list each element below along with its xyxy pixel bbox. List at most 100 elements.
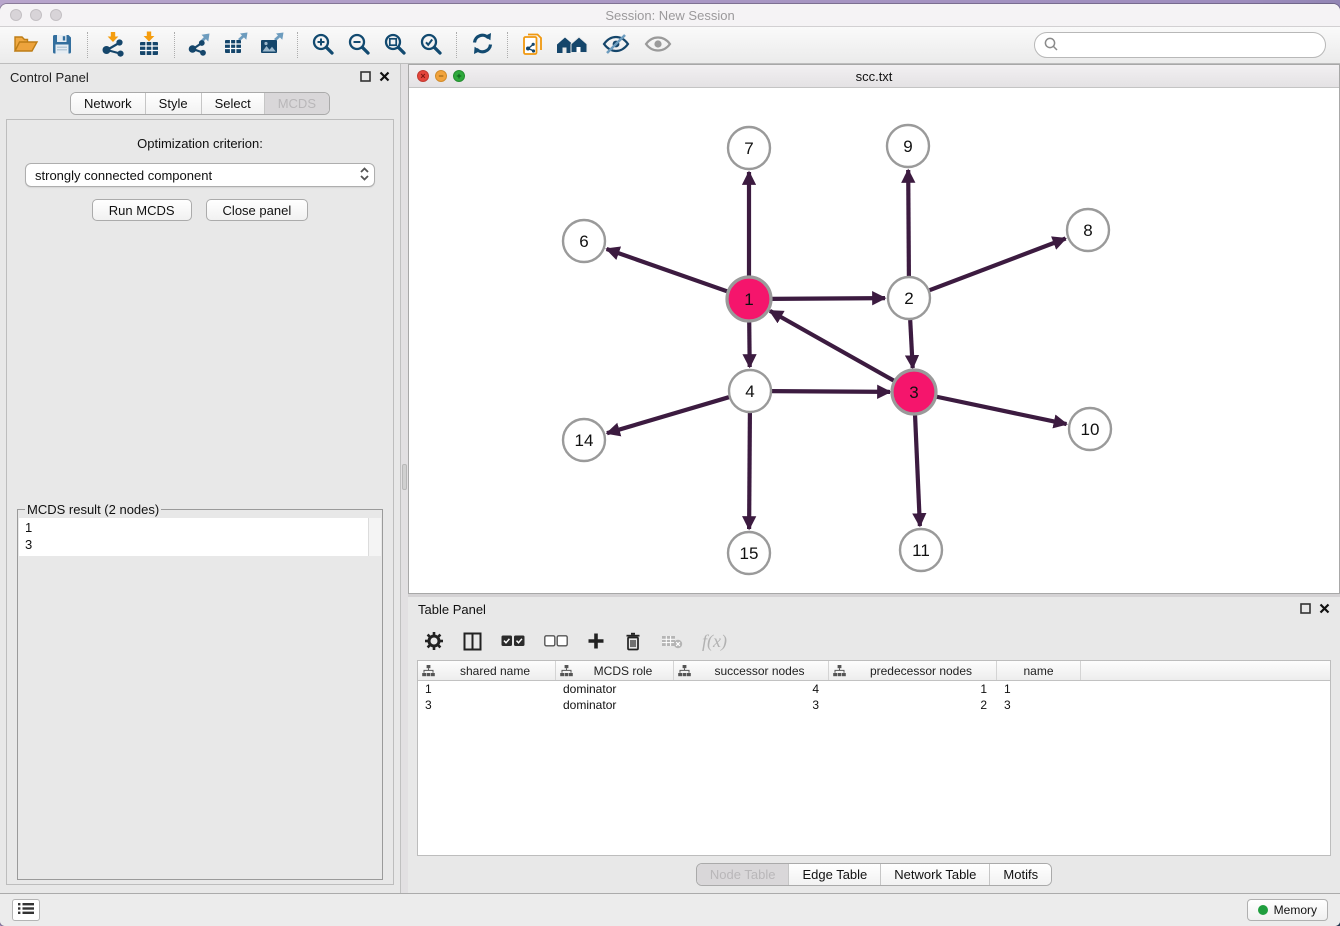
table-cell[interactable]: 1 (829, 682, 997, 696)
graph-edge-2-3[interactable] (910, 320, 913, 368)
result-scrollbar[interactable] (368, 518, 381, 556)
column-header-successor-nodes[interactable]: successor nodes (674, 661, 829, 680)
graph-node-3[interactable]: 3 (892, 370, 936, 414)
column-header-MCDS-role[interactable]: MCDS role (556, 661, 674, 680)
close-table-panel-icon[interactable] (1319, 602, 1330, 617)
stepper-icon (359, 166, 370, 185)
zoom-fit-button[interactable] (380, 30, 410, 60)
svg-text:14: 14 (575, 431, 594, 450)
table-cell[interactable]: 3 (674, 698, 829, 712)
tab-mcds[interactable]: MCDS (264, 93, 329, 114)
show-all-button[interactable] (640, 30, 676, 60)
graph-node-11[interactable]: 11 (900, 529, 942, 571)
column-header-name[interactable]: name (997, 661, 1081, 680)
application-window: Session: New Session (0, 4, 1340, 926)
graph-node-10[interactable]: 10 (1069, 408, 1111, 450)
table-row[interactable]: 3dominator323 (418, 697, 1330, 713)
graph-node-7[interactable]: 7 (728, 127, 770, 169)
graph-edge-1-6[interactable] (607, 249, 729, 292)
graph-edge-4-14[interactable] (607, 397, 729, 433)
graph-edge-3-10[interactable] (936, 397, 1067, 425)
graph-node-2[interactable]: 2 (888, 277, 930, 319)
table-cell[interactable]: 1 (997, 682, 1081, 696)
zoom-selected-button[interactable] (416, 30, 446, 60)
run-mcds-button[interactable]: Run MCDS (92, 199, 192, 221)
column-visibility-button[interactable] (463, 632, 482, 651)
select-all-button[interactable] (501, 635, 525, 647)
graph-node-1[interactable]: 1 (727, 277, 771, 321)
control-panel: Control Panel NetworkStyleSelectMCDS Opt… (0, 64, 401, 893)
search-input[interactable] (1059, 38, 1317, 53)
float-table-panel-icon[interactable] (1300, 602, 1311, 617)
eye-icon (644, 33, 672, 58)
tab-network[interactable]: Network (71, 93, 145, 114)
search-field[interactable] (1034, 32, 1326, 58)
graph-node-4[interactable]: 4 (729, 370, 771, 412)
import-table-button[interactable] (134, 30, 164, 60)
import-network-button[interactable] (98, 30, 128, 60)
table-cell[interactable]: 1 (418, 682, 556, 696)
export-table-button[interactable] (221, 30, 251, 60)
column-header-predecessor-nodes[interactable]: predecessor nodes (829, 661, 997, 680)
close-panel-button[interactable]: Close panel (206, 199, 309, 221)
graph-edge-2-8[interactable] (930, 239, 1066, 291)
close-panel-icon[interactable] (379, 70, 390, 85)
graph-edge-3-1[interactable] (770, 311, 895, 381)
graph-node-14[interactable]: 14 (563, 419, 605, 461)
table-panel-header: Table Panel (408, 597, 1340, 622)
hide-selected-button[interactable] (598, 30, 634, 60)
function-builder-button[interactable]: f(x) (702, 631, 727, 652)
graph-edge-3-11[interactable] (915, 414, 920, 526)
network-canvas[interactable]: 7 9 6 8 1 2 4 3 14 10 15 11 (409, 88, 1339, 593)
delete-row-button[interactable] (624, 631, 642, 651)
hierarchy-icon (678, 665, 691, 677)
clone-network-button[interactable] (518, 30, 548, 60)
first-neighbors-button[interactable] (554, 30, 592, 60)
zoom-out-button[interactable] (344, 30, 374, 60)
graph-edge-1-2[interactable] (771, 298, 885, 299)
export-image-button[interactable] (257, 30, 287, 60)
float-panel-icon[interactable] (360, 70, 371, 85)
graph-edge-1-4[interactable] (749, 321, 750, 367)
criterion-select[interactable]: strongly connected component (25, 163, 375, 187)
clear-selection-button[interactable] (544, 635, 568, 647)
mcds-panel: Optimization criterion: strongly connect… (6, 119, 394, 885)
tab-network-table[interactable]: Network Table (880, 864, 989, 885)
column-header-shared-name[interactable]: shared name (418, 661, 556, 680)
apply-layout-button[interactable] (467, 30, 497, 60)
memory-button[interactable]: Memory (1247, 899, 1328, 921)
graph-node-6[interactable]: 6 (563, 220, 605, 262)
save-session-button[interactable] (47, 30, 77, 60)
table-cell[interactable]: 4 (674, 682, 829, 696)
zoom-in-button[interactable] (308, 30, 338, 60)
table-cell[interactable]: 3 (418, 698, 556, 712)
tab-motifs[interactable]: Motifs (989, 864, 1051, 885)
open-session-button[interactable] (11, 30, 41, 60)
svg-text:2: 2 (904, 289, 913, 308)
graph-node-15[interactable]: 15 (728, 532, 770, 574)
mcds-result-title: MCDS result (2 nodes) (25, 502, 161, 517)
tab-select[interactable]: Select (201, 93, 264, 114)
export-network-button[interactable] (185, 30, 215, 60)
graph-edge-2-9[interactable] (908, 170, 909, 276)
task-history-button[interactable] (12, 899, 40, 921)
table-cell[interactable]: dominator (556, 698, 674, 712)
delete-column-button[interactable] (661, 633, 683, 649)
network-graph[interactable]: 7 9 6 8 1 2 4 3 14 10 15 11 (409, 88, 1337, 593)
table-cell[interactable]: 3 (997, 698, 1081, 712)
graph-edge-4-15[interactable] (749, 413, 750, 529)
table-cell[interactable]: dominator (556, 682, 674, 696)
tab-edge-table[interactable]: Edge Table (788, 864, 880, 885)
graph-node-8[interactable]: 8 (1067, 209, 1109, 251)
tab-style[interactable]: Style (145, 93, 201, 114)
tab-node-table[interactable]: Node Table (697, 864, 789, 885)
table-row[interactable]: 1dominator411 (418, 681, 1330, 697)
graph-node-9[interactable]: 9 (887, 125, 929, 167)
add-row-button[interactable] (587, 632, 605, 650)
network-window-titlebar[interactable]: × − + scc.txt (409, 65, 1339, 88)
table-cell[interactable]: 2 (829, 698, 997, 712)
panel-splitter[interactable] (401, 64, 408, 893)
graph-edge-4-3[interactable] (772, 391, 890, 392)
table-options-button[interactable] (424, 631, 444, 651)
export-image-icon (259, 31, 286, 60)
